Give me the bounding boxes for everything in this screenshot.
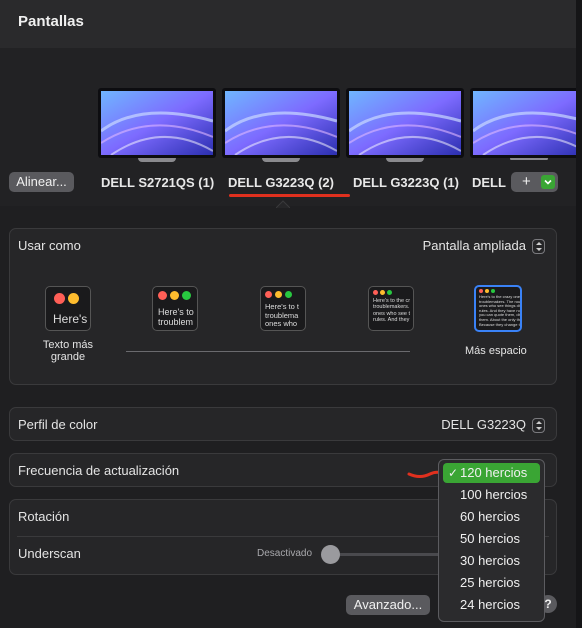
- add-display-button[interactable]: +: [511, 172, 558, 192]
- display-label-2[interactable]: DELL G3223Q (2): [228, 175, 334, 190]
- color-profile-select[interactable]: DELL G3223Q: [441, 417, 545, 434]
- window-edge: [576, 0, 582, 628]
- rotation-label: Rotación: [18, 509, 70, 524]
- selected-display-indicator: [229, 194, 350, 197]
- window-title: Pantallas: [18, 13, 84, 30]
- refresh-option-50[interactable]: 50 hercios: [443, 529, 540, 549]
- resolution-preview-text: Here's to troublem: [158, 307, 194, 328]
- resolution-slider-track[interactable]: [126, 351, 410, 352]
- resolution-caption-large: Texto más grande: [42, 339, 94, 363]
- display-label-1[interactable]: DELL S2721QS (1): [101, 175, 214, 190]
- advanced-button[interactable]: Avanzado...: [346, 595, 430, 615]
- underscan-slider-knob[interactable]: [321, 545, 340, 564]
- resolution-option-3[interactable]: Here's to t troublema ones who: [260, 286, 306, 331]
- resolution-preview-text: Here's to the crazy one troublemakers. T…: [479, 294, 522, 327]
- resolution-option-1[interactable]: Here's: [45, 286, 91, 331]
- refresh-option-60[interactable]: 60 hercios: [443, 507, 540, 527]
- stepper-icon: [532, 418, 545, 434]
- wallpaper-image: [225, 91, 337, 155]
- title-bar: [0, 0, 576, 48]
- chevron-down-icon[interactable]: [541, 175, 555, 189]
- underscan-min-label: Desactivado: [257, 548, 313, 559]
- display-thumbnail-4[interactable]: [470, 88, 576, 160]
- wallpaper-image: [101, 91, 213, 155]
- refresh-option-30[interactable]: 30 hercios: [443, 551, 540, 571]
- selection-notch: [276, 200, 290, 208]
- wallpaper-image: [473, 91, 576, 155]
- refresh-option-120[interactable]: ✓ 120 hercios: [443, 463, 540, 483]
- wallpaper-image: [349, 91, 461, 155]
- color-profile-value: DELL G3223Q: [441, 417, 526, 432]
- align-button[interactable]: Alinear...: [9, 172, 74, 192]
- refresh-rate-dropdown: ✓ 120 hercios 100 hercios 60 hercios 50 …: [438, 459, 545, 622]
- refresh-option-24[interactable]: 24 hercios: [443, 595, 540, 615]
- underscan-label: Underscan: [18, 546, 81, 561]
- resolution-preview-text: Here's to the cr troublemakers. ones who…: [373, 298, 411, 323]
- underscan-slider-track[interactable]: [330, 553, 440, 556]
- display-thumbnail-2[interactable]: [222, 88, 340, 162]
- resolution-preview-text: Here's to t troublema ones who: [265, 302, 299, 329]
- refresh-option-25[interactable]: 25 hercios: [443, 573, 540, 593]
- use-as-select[interactable]: Pantalla ampliada: [422, 238, 545, 255]
- checkmark-icon: ✓: [448, 466, 459, 480]
- refresh-option-100[interactable]: 100 hercios: [443, 485, 540, 505]
- color-profile-label: Perfil de color: [18, 417, 98, 432]
- resolution-option-2[interactable]: Here's to troublem: [152, 286, 198, 331]
- stepper-icon: [532, 239, 545, 255]
- display-label-4[interactable]: DELL: [472, 175, 506, 190]
- resolution-caption-more-space: Más espacio: [465, 345, 527, 357]
- resolution-option-5[interactable]: Here's to the crazy one troublemakers. T…: [474, 285, 522, 332]
- display-thumbnail-3[interactable]: [346, 88, 464, 162]
- display-label-3[interactable]: DELL G3223Q (1): [353, 175, 459, 190]
- refresh-rate-label: Frecuencia de actualización: [18, 463, 180, 478]
- plus-icon: +: [522, 173, 531, 190]
- use-as-label: Usar como: [18, 238, 81, 253]
- use-as-value: Pantalla ampliada: [422, 238, 526, 253]
- resolution-preview-text: Here's: [53, 312, 88, 326]
- resolution-option-4[interactable]: Here's to the cr troublemakers. ones who…: [368, 286, 414, 331]
- display-thumbnail-1[interactable]: [98, 88, 216, 162]
